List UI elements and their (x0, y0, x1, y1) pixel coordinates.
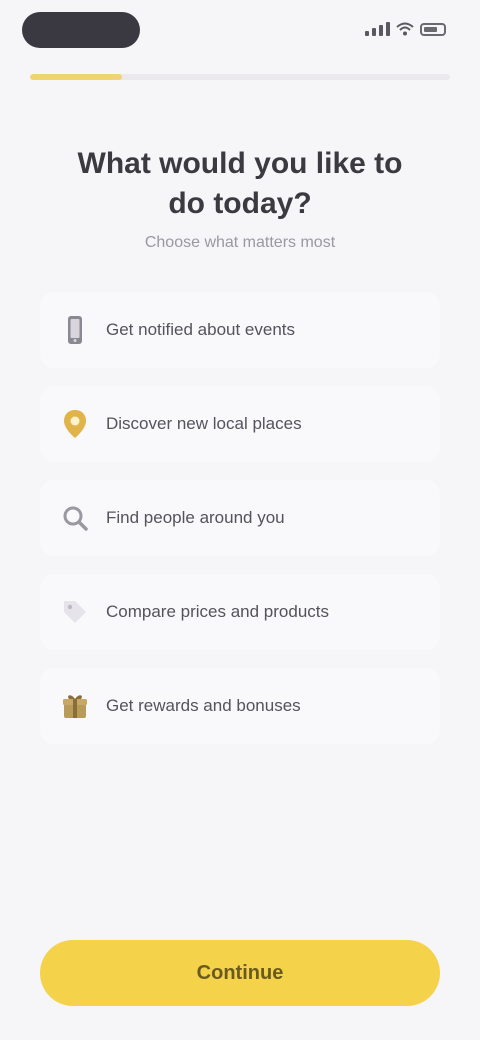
option-events[interactable]: Get notified about events (40, 292, 440, 368)
phone-icon (60, 315, 90, 345)
status-bar-indicators (365, 22, 446, 36)
search-icon (60, 503, 90, 533)
option-label: Discover new local places (106, 414, 302, 433)
wifi-icon (396, 22, 414, 36)
option-label: Find people around you (106, 508, 285, 527)
option-label: Get rewards and bonuses (106, 696, 301, 715)
signal-icon (365, 22, 390, 36)
option-places[interactable]: Discover new local places (40, 386, 440, 462)
gift-icon (60, 691, 90, 721)
onboarding-screen: What would you like to do today? Choose … (0, 0, 480, 1040)
option-people[interactable]: Find people around you (40, 480, 440, 556)
page-subtitle: Choose what matters most (144, 234, 336, 251)
option-prices[interactable]: Compare prices and products (40, 574, 440, 650)
tag-icon (60, 597, 90, 627)
progress-fill (30, 74, 123, 80)
battery-icon (420, 22, 446, 36)
option-label: Compare prices and products (106, 602, 330, 621)
option-rewards[interactable]: Get rewards and bonuses (40, 668, 440, 744)
onboarding-progress-bar (30, 74, 450, 80)
status-bar-time-pill (22, 12, 140, 48)
pin-icon (60, 409, 90, 439)
option-label: Get notified about events (106, 320, 296, 339)
continue-button[interactable]: Continue (40, 940, 440, 1006)
options-list: Get notified about events Discover new l… (40, 292, 440, 762)
page-title: What would you like to do today? (77, 147, 403, 220)
